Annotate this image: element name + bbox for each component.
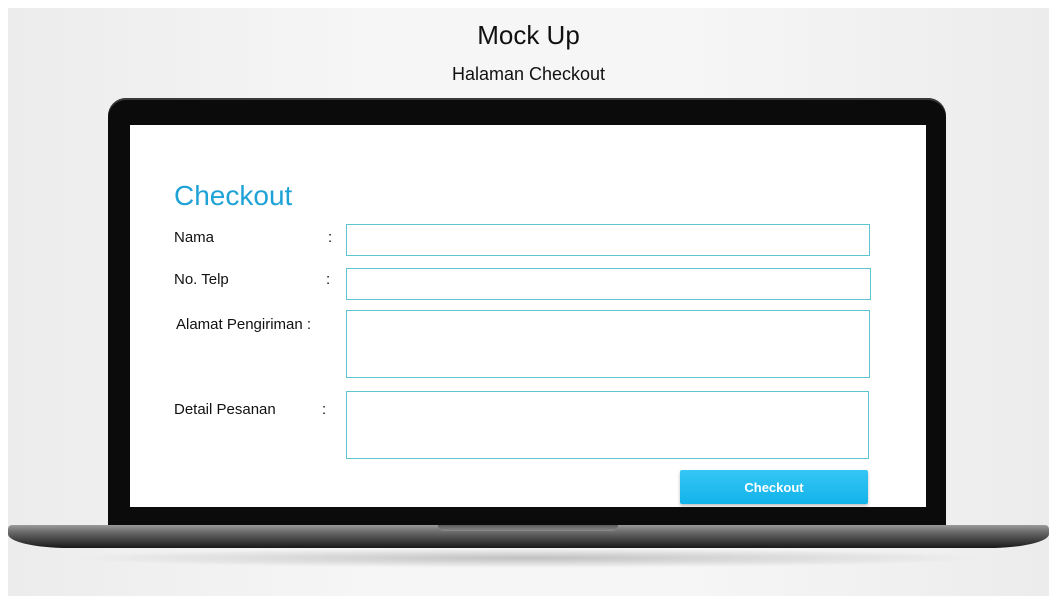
nama-label: Nama: [174, 229, 215, 246]
no-telp-input[interactable]: [346, 268, 871, 300]
detail-pesanan-label: Detail Pesanan: [174, 401, 276, 418]
checkout-title: Checkout: [174, 180, 293, 211]
nama-colon: :: [328, 229, 333, 246]
detail-pesanan-colon: :: [322, 401, 327, 418]
mockup-title: Mock Up: [477, 20, 580, 50]
detail-pesanan-textarea[interactable]: [346, 391, 869, 459]
no-telp-label: No. Telp: [174, 271, 229, 288]
checkout-button[interactable]: Checkout: [680, 470, 868, 504]
laptop-shadow: [68, 548, 988, 568]
alamat-pengiriman-textarea[interactable]: [346, 310, 870, 378]
alamat-pengiriman-label: Alamat Pengiriman :: [176, 316, 312, 333]
mockup-subtitle: Halaman Checkout: [451, 64, 606, 84]
laptop-screen: Checkout Nama : No. Telp : Alamat Pengir…: [130, 125, 926, 507]
nama-input[interactable]: [346, 224, 870, 256]
mockup-canvas: Mock Up Halaman Checkout Checkout Nama :…: [8, 8, 1049, 596]
laptop-notch: [438, 525, 618, 531]
laptop-base: [8, 525, 1049, 548]
no-telp-colon: :: [326, 271, 331, 288]
